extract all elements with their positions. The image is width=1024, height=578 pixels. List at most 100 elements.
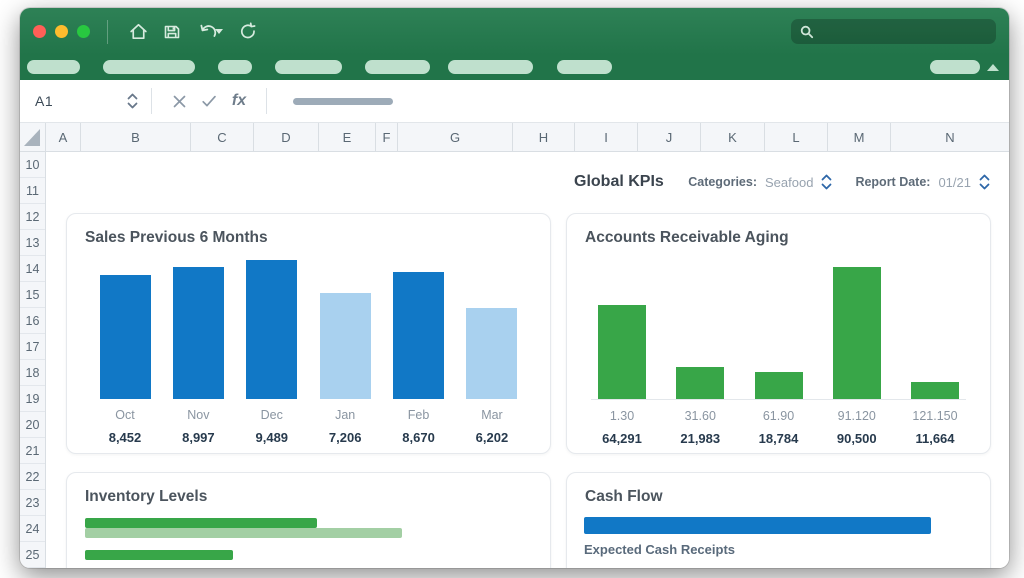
column-header-M[interactable]: M (828, 123, 891, 151)
row-header-10[interactable]: 10 (20, 152, 45, 178)
ribbon-tab-placeholder[interactable] (103, 60, 195, 74)
search-box[interactable] (791, 19, 996, 44)
row-header-13[interactable]: 13 (20, 230, 45, 256)
redo-button[interactable] (231, 17, 265, 47)
ar-bar-61.90 (755, 372, 803, 399)
column-header-A[interactable]: A (46, 123, 81, 151)
search-input[interactable] (815, 23, 988, 40)
sales-category-label: Dec (240, 408, 304, 422)
ar-category-label: 91.120 (826, 409, 888, 423)
page-title: Global KPIs (574, 173, 664, 191)
column-header-B[interactable]: B (81, 123, 191, 151)
report-date-stepper[interactable] (978, 173, 991, 191)
save-icon (162, 22, 182, 42)
sheet-area[interactable]: Global KPIs Categories: Seafood Report D… (46, 152, 1009, 568)
row-header-25[interactable]: 25 (20, 542, 45, 568)
formula-bar-divider (266, 88, 267, 114)
sales-value-label: 6,202 (460, 430, 524, 445)
column-header-F[interactable]: F (376, 123, 398, 151)
sales-value-label: 8,452 (93, 430, 157, 445)
kpi-header: Global KPIs Categories: Seafood Report D… (574, 164, 991, 200)
row-header-19[interactable]: 19 (20, 386, 45, 412)
sales-bar-Jan (320, 293, 371, 399)
row-header-17[interactable]: 17 (20, 334, 45, 360)
column-header-D[interactable]: D (254, 123, 319, 151)
sales-bar-chart: OctNovDecJanFebMar8,4528,9979,4897,2068,… (67, 259, 550, 445)
sales-value-label: 8,670 (387, 430, 451, 445)
ribbon-tab-placeholder[interactable] (557, 60, 612, 74)
sales-bar-Mar (466, 308, 517, 399)
column-header-J[interactable]: J (638, 123, 701, 151)
chart-title: Cash Flow (585, 488, 972, 506)
column-header-H[interactable]: H (513, 123, 575, 151)
chart-title: Inventory Levels (85, 488, 532, 506)
formula-content-placeholder[interactable] (293, 98, 393, 105)
column-header-G[interactable]: G (398, 123, 513, 151)
confirm-button[interactable] (194, 86, 224, 116)
excel-window: A1 fx ABCDEFGHIJKLMN 1011121314151617181… (20, 8, 1009, 568)
column-header-I[interactable]: I (575, 123, 638, 151)
row-header-18[interactable]: 18 (20, 360, 45, 386)
row-header-21[interactable]: 21 (20, 438, 45, 464)
ar-category-label: 31.60 (669, 409, 731, 423)
select-all-button[interactable] (20, 123, 46, 151)
insert-function-button[interactable]: fx (224, 86, 254, 116)
column-header-N[interactable]: N (891, 123, 1009, 151)
row-header-23[interactable]: 23 (20, 490, 45, 516)
ribbon-tab-placeholder[interactable] (365, 60, 430, 74)
minimize-button[interactable] (55, 25, 68, 38)
undo-button[interactable] (189, 17, 231, 47)
stepper-chevrons-icon (820, 173, 833, 191)
cancel-button[interactable] (164, 86, 194, 116)
column-headers-row: ABCDEFGHIJKLMN (20, 123, 1009, 152)
zoom-button[interactable] (77, 25, 90, 38)
ribbon-collapse-icon[interactable] (987, 64, 999, 71)
stepper-chevrons-icon (978, 173, 991, 191)
row-header-12[interactable]: 12 (20, 204, 45, 230)
sales-category-label: Feb (387, 408, 451, 422)
cash-flow-chart-card: Cash Flow Expected Cash Receipts (566, 472, 991, 568)
ar-value-label: 90,500 (826, 431, 888, 446)
report-date-value: 01/21 (938, 175, 971, 190)
ribbon-tab-placeholder[interactable] (275, 60, 342, 74)
sales-bar-Dec (246, 260, 297, 399)
name-box-stepper-icon[interactable] (126, 92, 139, 110)
select-all-triangle-icon (20, 123, 45, 151)
ar-category-label: 1.30 (591, 409, 653, 423)
row-header-15[interactable]: 15 (20, 282, 45, 308)
inventory-bar (85, 518, 317, 528)
ribbon-tab-placeholder[interactable] (930, 60, 980, 74)
row-header-16[interactable]: 16 (20, 308, 45, 334)
ar-category-label: 121.150 (904, 409, 966, 423)
sales-value-label: 8,997 (166, 430, 230, 445)
close-button[interactable] (33, 25, 46, 38)
row-header-20[interactable]: 20 (20, 412, 45, 438)
cancel-x-icon (171, 93, 188, 110)
undo-menu-caret-icon (215, 29, 223, 34)
chart-title: Sales Previous 6 Months (85, 229, 532, 247)
row-header-22[interactable]: 22 (20, 464, 45, 490)
sales-value-label: 9,489 (240, 430, 304, 445)
column-header-E[interactable]: E (319, 123, 376, 151)
cell-name-box[interactable]: A1 (35, 92, 139, 110)
sales-value-label: 7,206 (313, 430, 377, 445)
categories-value: Seafood (765, 175, 813, 190)
row-header-14[interactable]: 14 (20, 256, 45, 282)
sales-category-label: Jan (313, 408, 377, 422)
column-header-C[interactable]: C (191, 123, 254, 151)
sales-bar-Nov (173, 267, 224, 399)
ribbon-tab-placeholder[interactable] (27, 60, 80, 74)
column-header-K[interactable]: K (701, 123, 765, 151)
ribbon-tab-placeholder[interactable] (448, 60, 533, 74)
ribbon-tab-placeholder[interactable] (218, 60, 252, 74)
column-header-L[interactable]: L (765, 123, 828, 151)
row-header-11[interactable]: 11 (20, 178, 45, 204)
row-header-24[interactable]: 24 (20, 516, 45, 542)
inventory-bar (85, 550, 233, 560)
home-button[interactable] (121, 17, 155, 47)
categories-label: Categories: (688, 175, 757, 189)
inventory-row (85, 518, 532, 538)
save-button[interactable] (155, 17, 189, 47)
ar-category-label: 61.90 (748, 409, 810, 423)
categories-stepper[interactable] (820, 173, 833, 191)
